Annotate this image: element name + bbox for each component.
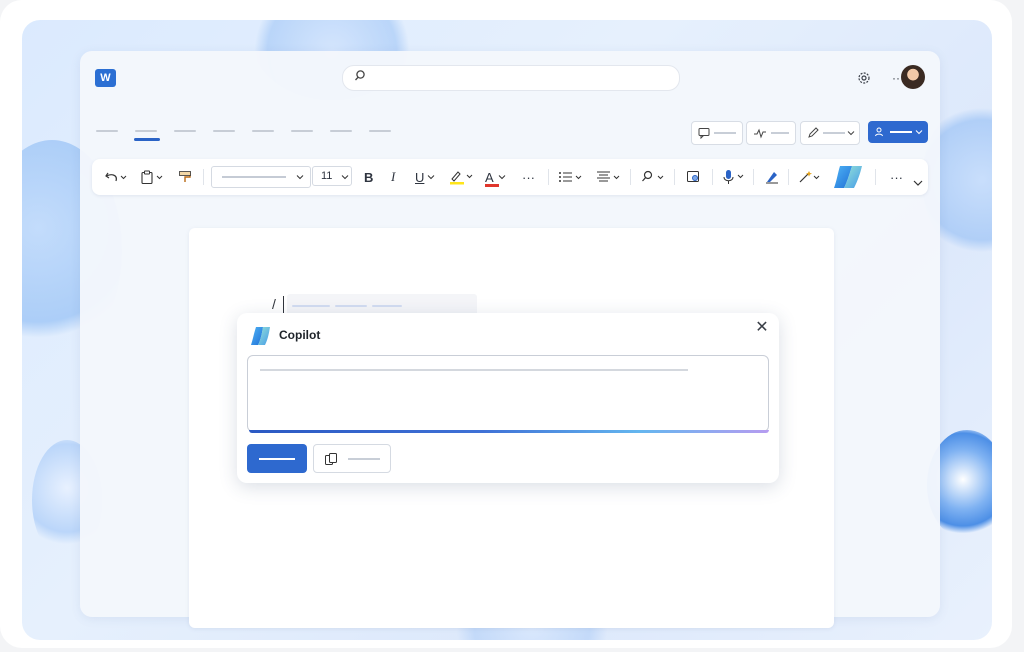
comments-button[interactable] xyxy=(691,121,743,145)
separator xyxy=(875,169,876,185)
chevron-down-icon xyxy=(341,175,349,180)
activity-button[interactable] xyxy=(746,121,796,145)
format-painter-button[interactable] xyxy=(178,167,194,187)
suggestion-placeholder xyxy=(335,305,367,307)
font-size-select[interactable]: 11 xyxy=(312,166,352,186)
styles-button[interactable] xyxy=(798,167,824,187)
generate-button[interactable] xyxy=(247,444,307,473)
edit-icon xyxy=(808,127,819,138)
bold-button[interactable]: B xyxy=(364,167,373,187)
copilot-dialog: Copilot ✕ xyxy=(237,313,779,483)
activity-icon xyxy=(754,128,766,139)
bullets-button[interactable] xyxy=(558,167,586,187)
tab-placeholder[interactable] xyxy=(252,130,274,132)
copilot-title: Copilot xyxy=(279,328,321,342)
tab-placeholder[interactable] xyxy=(369,130,391,132)
chevron-down-icon xyxy=(296,175,304,180)
tab-placeholder[interactable] xyxy=(96,130,118,132)
undo-icon xyxy=(105,172,127,182)
prompt-gradient-bar xyxy=(249,430,769,433)
tab-placeholder[interactable] xyxy=(330,130,352,132)
suggestion-placeholder xyxy=(372,305,402,307)
format-painter-icon xyxy=(179,171,191,182)
settings-icon[interactable] xyxy=(855,69,873,87)
separator xyxy=(788,169,789,185)
tab-placeholder[interactable] xyxy=(135,130,157,132)
separator xyxy=(630,169,631,185)
suggestion-placeholder xyxy=(292,305,330,307)
ribbon-toolbar: 11 B I U A ··· ··· xyxy=(92,159,928,195)
font-size-value: 11 xyxy=(321,170,333,182)
separator xyxy=(548,169,549,185)
find-button[interactable] xyxy=(640,167,668,187)
italic-button[interactable]: I xyxy=(391,167,395,187)
align-icon xyxy=(597,171,620,182)
share-button[interactable] xyxy=(868,121,928,143)
comment-icon xyxy=(698,128,710,139)
close-icon[interactable]: ✕ xyxy=(754,320,770,336)
designer-button[interactable] xyxy=(764,167,780,187)
active-tab-indicator xyxy=(134,138,160,141)
separator xyxy=(753,169,754,185)
font-color-letter: A xyxy=(485,169,494,185)
highlighter-icon xyxy=(450,171,473,185)
tab-placeholder[interactable] xyxy=(213,130,235,132)
copilot-icon xyxy=(834,166,862,188)
search-icon xyxy=(353,69,367,88)
text-caret xyxy=(283,296,284,314)
attach-file-icon xyxy=(325,453,337,465)
more-font-options-button[interactable]: ··· xyxy=(522,167,535,187)
prompt-placeholder xyxy=(260,369,688,371)
editor-button[interactable] xyxy=(686,167,702,187)
chevron-down-icon xyxy=(847,131,855,136)
tab-placeholder[interactable] xyxy=(174,130,196,132)
copilot-prompt-input[interactable] xyxy=(247,355,769,432)
editor-icon xyxy=(687,171,699,182)
more-ribbon-options-button[interactable]: ··· xyxy=(890,167,903,187)
separator xyxy=(712,169,713,185)
avatar[interactable] xyxy=(901,65,925,89)
share-icon xyxy=(875,127,883,137)
separator xyxy=(203,169,204,185)
alignment-button[interactable] xyxy=(596,167,624,187)
outer-card: W ··· 11 B I U A ··· ··· / Copilot ✕ xyxy=(0,0,1012,648)
underline-dropdown[interactable] xyxy=(427,167,435,187)
microphone-icon xyxy=(723,170,744,184)
expand-ribbon-button[interactable] xyxy=(913,173,923,193)
chevron-down-icon xyxy=(427,175,435,180)
font-color-button[interactable]: A xyxy=(485,167,506,187)
background-stage: W ··· 11 B I U A ··· ··· / Copilot ✕ xyxy=(22,20,992,640)
underline-button[interactable]: U xyxy=(415,167,424,187)
separator xyxy=(674,169,675,185)
font-color-bar xyxy=(485,184,499,187)
highlight-button[interactable] xyxy=(449,167,475,187)
search-icon xyxy=(642,170,664,182)
editing-mode-button[interactable] xyxy=(800,121,860,145)
search-input[interactable] xyxy=(342,65,680,91)
bullets-icon xyxy=(559,172,582,182)
clipboard-icon xyxy=(141,170,163,184)
copilot-ribbon-button[interactable] xyxy=(830,162,866,192)
tab-placeholder[interactable] xyxy=(291,130,313,132)
wand-icon xyxy=(799,171,820,183)
designer-icon xyxy=(766,172,778,184)
slash-command-text: / xyxy=(272,296,276,312)
chevron-down-icon xyxy=(498,175,506,180)
dictate-button[interactable] xyxy=(722,167,748,187)
chevron-down-icon xyxy=(913,180,923,186)
copilot-icon xyxy=(249,325,273,347)
undo-button[interactable] xyxy=(104,167,128,187)
word-logo-icon[interactable]: W xyxy=(95,69,116,87)
chevron-down-icon xyxy=(915,130,923,135)
reference-file-button[interactable] xyxy=(313,444,391,473)
font-family-select[interactable] xyxy=(211,166,311,188)
paste-button[interactable] xyxy=(140,167,166,187)
